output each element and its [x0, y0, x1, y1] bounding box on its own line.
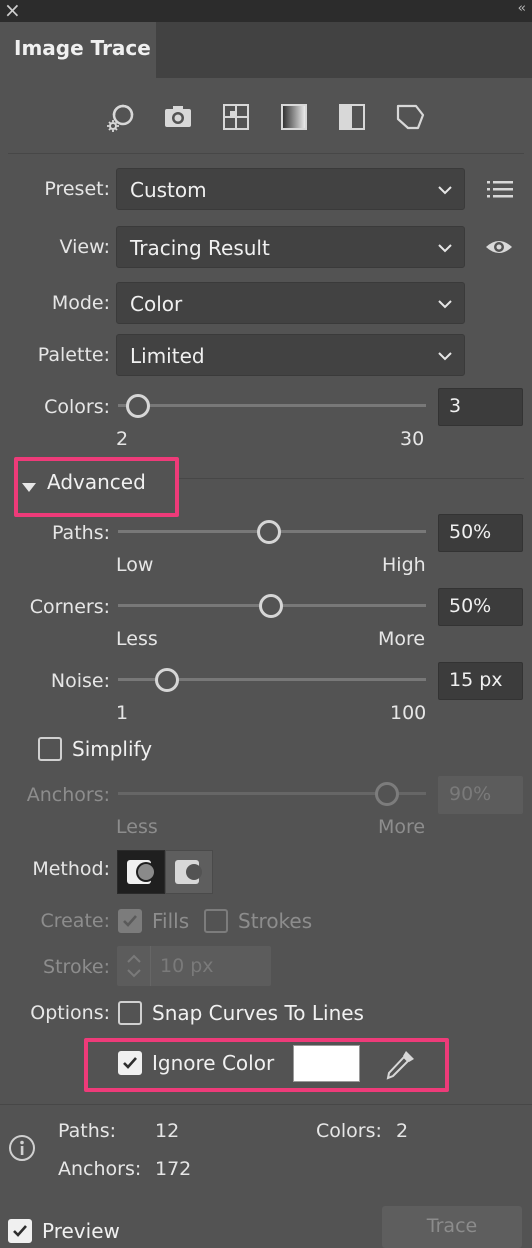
- divider: [0, 1104, 532, 1105]
- ignore-color-checkbox[interactable]: [118, 1051, 142, 1075]
- colors-max-label: 30: [400, 428, 425, 450]
- paths-max-label: High: [382, 554, 426, 576]
- palette-label: Palette:: [37, 344, 110, 366]
- checkmark-icon: [13, 1225, 27, 1237]
- anchors-slider-thumb[interactable]: [375, 782, 399, 806]
- panel-title-bar: [0, 0, 532, 22]
- tab-image-trace-label: Image Trace: [14, 36, 151, 60]
- palette-value: Limited: [130, 344, 205, 368]
- outline-icon[interactable]: [390, 97, 430, 137]
- anchors-min-label: Less: [116, 816, 158, 838]
- trace-button[interactable]: Trace: [382, 1206, 522, 1248]
- panel-menu-icon[interactable]: [486, 178, 514, 200]
- snap-curves-label: Snap Curves To Lines: [152, 1001, 364, 1025]
- chevron-down-icon: [438, 244, 452, 253]
- palette-dropdown[interactable]: Limited: [116, 334, 465, 376]
- disclosure-triangle-icon[interactable]: [21, 478, 37, 492]
- mode-value: Color: [130, 292, 183, 316]
- noise-max-label: 100: [390, 702, 427, 724]
- stroke-value: 10 px: [160, 955, 214, 977]
- grayscale-icon[interactable]: [274, 97, 314, 137]
- paths-min-label: Low: [116, 554, 154, 576]
- low-fidelity-photo-icon[interactable]: [216, 97, 256, 137]
- preset-label: Preset:: [44, 178, 110, 200]
- method-abutting-button[interactable]: [117, 850, 165, 894]
- corners-min-label: Less: [116, 628, 158, 650]
- chevron-down-icon: [438, 352, 452, 361]
- snap-curves-checkbox[interactable]: [118, 1001, 142, 1025]
- stats-colors-label: Colors:: [316, 1120, 382, 1142]
- corners-slider-thumb[interactable]: [259, 594, 283, 618]
- simplify-label: Simplify: [72, 737, 153, 761]
- colors-min-label: 2: [116, 428, 129, 450]
- close-icon[interactable]: ×: [4, 0, 21, 22]
- preset-value: Custom: [130, 178, 207, 202]
- paths-input[interactable]: 50%: [438, 514, 523, 552]
- strokes-label: Strokes: [238, 909, 313, 933]
- create-label: Create:: [40, 910, 110, 932]
- stroke-stepper[interactable]: 10 px: [117, 946, 271, 986]
- ignore-color-label: Ignore Color: [152, 1051, 275, 1075]
- noise-min-label: 1: [116, 702, 129, 724]
- divider: [178, 478, 524, 479]
- stepper-arrows-icon: [127, 954, 141, 978]
- eye-icon[interactable]: [484, 236, 514, 258]
- colors-slider-thumb[interactable]: [126, 394, 150, 418]
- checkmark-icon: [123, 915, 137, 927]
- eyedropper-icon[interactable]: [382, 1047, 418, 1083]
- stats-paths-value: 12: [155, 1120, 180, 1142]
- corners-input[interactable]: 50%: [438, 588, 523, 626]
- stats-anchors-value: 172: [155, 1158, 192, 1180]
- divider: [150, 946, 151, 986]
- preview-label: Preview: [42, 1219, 120, 1243]
- divider: [8, 153, 524, 154]
- view-value: Tracing Result: [130, 236, 270, 260]
- preset-dropdown[interactable]: Custom: [116, 168, 465, 210]
- mode-dropdown[interactable]: Color: [116, 282, 465, 324]
- stroke-label: Stroke:: [43, 956, 110, 978]
- strokes-checkbox[interactable]: [204, 909, 228, 933]
- stats-colors-value: 2: [396, 1120, 409, 1142]
- paths-label: Paths:: [51, 522, 110, 544]
- collapse-panel-icon[interactable]: ‹‹: [518, 1, 527, 16]
- abutting-method-icon: [127, 860, 156, 884]
- colors-input[interactable]: 3: [438, 388, 523, 426]
- black-and-white-icon[interactable]: [332, 97, 372, 137]
- colors-label: Colors:: [44, 396, 110, 418]
- view-dropdown[interactable]: Tracing Result: [116, 226, 465, 268]
- corners-label: Corners:: [29, 596, 110, 618]
- auto-color-icon[interactable]: [100, 97, 140, 137]
- checkmark-icon: [123, 1057, 137, 1069]
- fills-checkbox[interactable]: [118, 909, 142, 933]
- info-icon[interactable]: [8, 1134, 36, 1162]
- paths-slider-thumb[interactable]: [257, 520, 281, 544]
- high-fidelity-photo-icon[interactable]: [158, 97, 198, 137]
- options-label: Options:: [30, 1002, 110, 1024]
- corners-max-label: More: [378, 628, 426, 650]
- ignore-color-swatch[interactable]: [293, 1045, 360, 1082]
- chevron-down-icon: [438, 300, 452, 309]
- noise-slider-thumb[interactable]: [155, 668, 179, 692]
- mode-label: Mode:: [51, 292, 110, 314]
- anchors-max-label: More: [378, 816, 426, 838]
- noise-label: Noise:: [50, 670, 110, 692]
- anchors-input[interactable]: 90%: [438, 776, 523, 814]
- colors-slider-track[interactable]: [118, 404, 426, 407]
- stats-paths-label: Paths:: [58, 1120, 117, 1142]
- noise-input[interactable]: 15 px: [438, 662, 523, 700]
- stats-anchors-label: Anchors:: [58, 1158, 142, 1180]
- simplify-checkbox[interactable]: [38, 737, 62, 761]
- view-label: View:: [59, 236, 110, 258]
- method-label: Method:: [32, 858, 110, 880]
- method-overlapping-button[interactable]: [165, 850, 213, 894]
- fills-label: Fills: [152, 909, 190, 933]
- anchors-label: Anchors:: [26, 784, 110, 806]
- chevron-down-icon: [438, 186, 452, 195]
- preview-checkbox[interactable]: [8, 1219, 32, 1243]
- overlapping-method-icon: [175, 860, 202, 884]
- advanced-toggle[interactable]: Advanced: [47, 470, 146, 494]
